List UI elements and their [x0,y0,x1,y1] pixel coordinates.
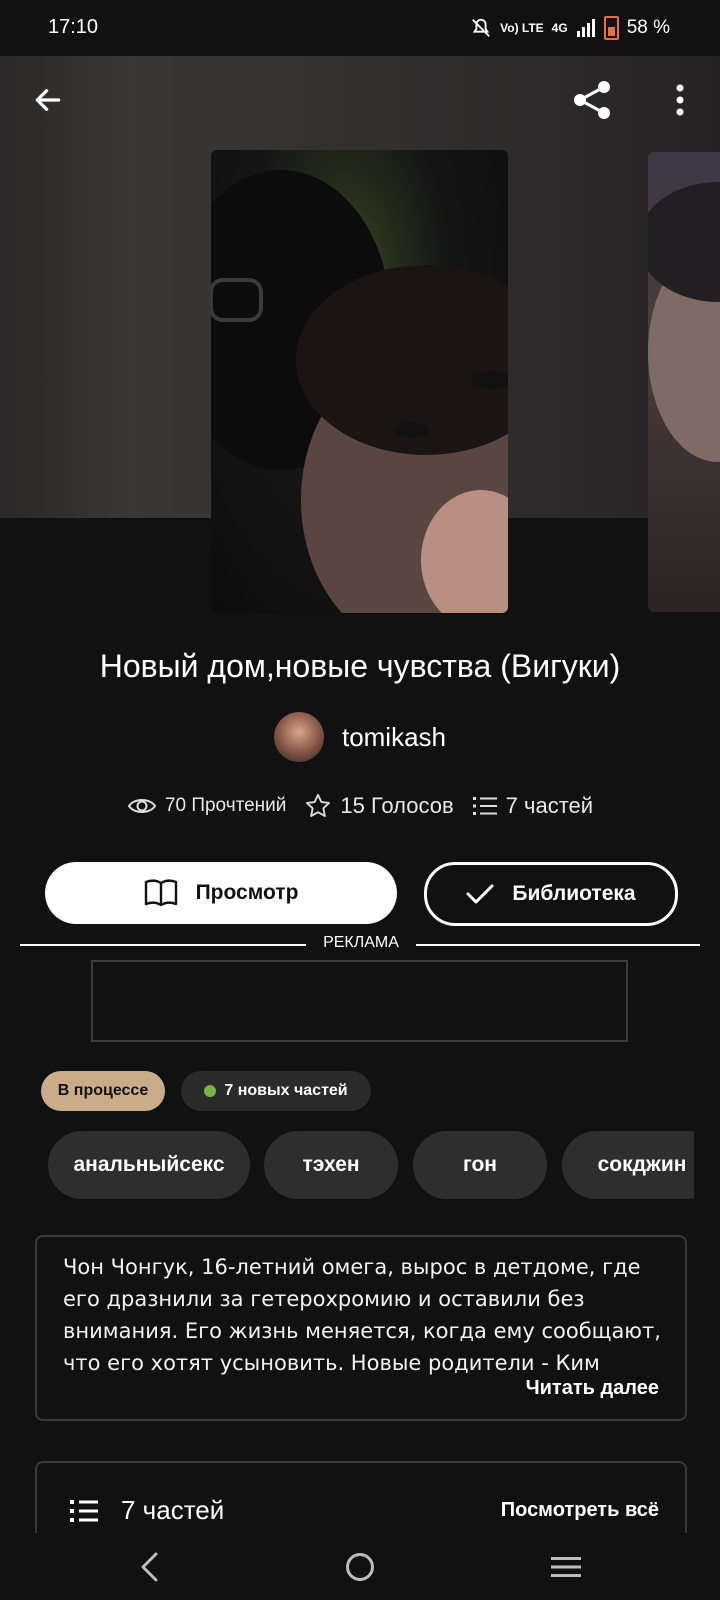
ad-divider-left [20,944,306,946]
list-icon [70,1499,98,1522]
signal-icon [576,19,595,37]
new-indicator-dot [204,1085,217,1097]
parts-title: 7 частей [121,1495,225,1525]
parts-card[interactable]: 7 частей Посмотреть всё [35,1461,687,1533]
view-button-label: Просмотр [195,881,299,904]
ad-label: РЕКЛАМА [323,934,399,951]
star-icon [306,793,331,817]
description-card: Чон Чонгук, 16-летний омега, вырос в дет… [35,1235,687,1421]
nav-home-button[interactable] [330,1543,390,1591]
nav-back-icon [141,1552,158,1582]
read-more-link[interactable]: Читать далее [526,1377,659,1400]
status-time: 17:10 [48,16,99,38]
status-bar: 17:10 Vo) LTE 4G 58 % [0,0,720,56]
more-vertical-icon [676,84,684,116]
check-icon [466,884,494,904]
parts-header: 7 частей [69,1495,224,1526]
parts-stat: 7 частей [472,793,593,819]
ad-divider-right [416,944,700,946]
next-cover-preview[interactable] [648,152,720,612]
story-cover-image[interactable] [211,150,508,613]
battery-level: 58 % [626,17,670,38]
reads-count: 70 Прочтений [164,795,287,816]
nav-recents-button[interactable] [536,1543,596,1591]
tag-chip[interactable]: тэхен [264,1131,398,1199]
parts-count: 7 частей [505,793,594,818]
share-icon [574,81,610,119]
ad-banner[interactable] [91,960,628,1042]
new-parts-badge: 7 новых частей [181,1071,371,1111]
library-button-label: Библиотека [512,882,636,905]
list-icon [472,797,497,815]
votes-count: 15 Голосов [340,793,454,818]
tag-chip[interactable]: сокджин [562,1131,694,1199]
nav-back-button[interactable] [120,1543,180,1591]
view-button[interactable]: Просмотр [45,862,397,924]
reads-stat: 70 Прочтений [127,795,286,817]
tags-row[interactable]: анальныйсекс тэхен гон сокджин [0,1131,694,1201]
status-badge: В процессе [41,1071,165,1111]
nav-recents-icon [551,1557,581,1577]
author-row[interactable]: tomikash [0,712,720,762]
network-type: 4G [551,21,568,35]
battery-icon [603,16,619,40]
eye-icon [127,799,157,813]
story-title: Новый дом,новые чувства (Вигуки) [99,648,621,684]
story-stats: 70 Прочтений 15 Голосов 7 частей [0,792,720,820]
more-options-button[interactable] [656,76,704,124]
new-parts-label: 7 новых частей [224,1082,348,1099]
story-description: Чон Чонгук, 16-летний омега, вырос в дет… [63,1255,661,1375]
author-avatar[interactable] [273,712,324,762]
library-button[interactable]: Библиотека [424,862,678,926]
nav-home-icon [346,1553,374,1581]
book-icon [144,879,177,907]
status-icons: Vo) LTE 4G 58 % [470,16,670,40]
volte-indicator: Vo) LTE [500,21,544,35]
share-button[interactable] [568,76,616,124]
back-button[interactable] [24,76,72,124]
system-nav-bar [0,1533,720,1600]
view-all-link[interactable]: Посмотреть всё [501,1499,659,1522]
author-name[interactable]: tomikash [342,722,446,753]
tag-chip[interactable]: гон [413,1131,547,1199]
votes-stat: 15 Голосов [304,792,454,820]
mute-notifications-icon [472,18,491,37]
back-arrow-icon [35,89,61,111]
tag-chip[interactable]: анальныйсекс [48,1131,250,1199]
